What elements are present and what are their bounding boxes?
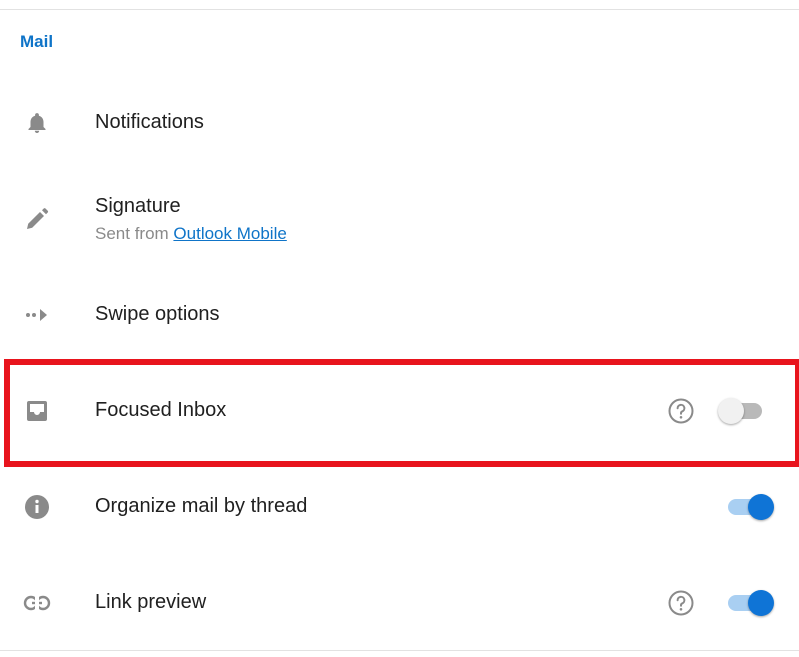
settings-item-label: Notifications [95,111,204,133]
top-divider [0,9,799,10]
signature-prefix: Sent from [95,224,174,243]
settings-item-signature[interactable]: Signature Sent from Outlook Mobile [0,190,799,250]
bell-icon [22,108,52,138]
settings-item-organize-by-thread[interactable]: Organize mail by thread [0,482,799,532]
pen-icon [22,204,52,234]
focused-inbox-highlight [4,359,799,467]
signature-preview: Sent from Outlook Mobile [95,224,287,244]
info-icon [22,492,52,522]
section-title-mail: Mail [20,32,54,51]
help-icon[interactable] [668,590,694,616]
outlook-mobile-link[interactable]: Outlook Mobile [173,224,286,243]
swipe-arrow-icon [22,300,52,330]
organize-by-thread-toggle[interactable] [724,492,774,522]
link-icon [22,588,52,618]
settings-item-swipe-options[interactable]: Swipe options [0,290,799,340]
settings-item-label: Swipe options [95,303,220,325]
settings-item-link-preview[interactable]: Link preview [0,578,799,628]
settings-item-label: Link preview [95,591,207,613]
settings-item-label: Organize mail by thread [95,495,308,517]
settings-item-notifications[interactable]: Notifications [0,98,799,148]
settings-item-label: Signature [95,195,181,217]
toggle-thumb [748,494,774,520]
bottom-divider [0,650,799,651]
link-preview-toggle[interactable] [724,588,774,618]
toggle-thumb [748,590,774,616]
